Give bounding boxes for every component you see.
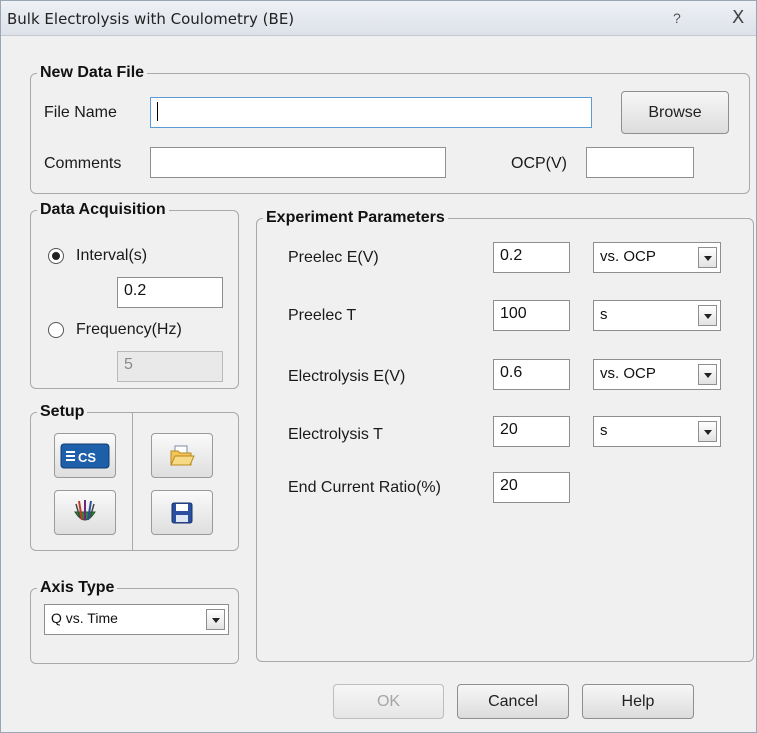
axis-type-value: Q vs. Time xyxy=(51,610,118,626)
preelec-t-unit-select[interactable]: s xyxy=(593,300,721,331)
cs-device-icon: CS xyxy=(60,443,110,468)
window-title: Bulk Electrolysis with Coulometry (BE) xyxy=(7,10,295,28)
save-disk-icon xyxy=(171,502,193,523)
open-folder-icon xyxy=(170,445,195,465)
chevron-down-icon[interactable] xyxy=(698,247,717,268)
data-acquisition-legend: Data Acquisition xyxy=(40,201,166,218)
electrolysis-e-label: Electrolysis E(V) xyxy=(288,368,406,385)
file-name-input[interactable] xyxy=(150,97,592,128)
preelec-e-input[interactable]: 0.2 xyxy=(493,242,570,273)
interval-radio[interactable] xyxy=(48,248,64,264)
axis-type-select[interactable]: Q vs. Time xyxy=(44,604,229,635)
comments-input[interactable] xyxy=(150,147,446,178)
chevron-down-icon[interactable] xyxy=(698,364,717,385)
help-icon[interactable]: ? xyxy=(673,10,681,26)
electrode-icon xyxy=(74,499,96,520)
help-button[interactable]: Help xyxy=(582,684,694,719)
interval-label[interactable]: Interval(s) xyxy=(76,247,147,265)
browse-button[interactable]: Browse xyxy=(621,91,729,134)
axis-type-legend: Axis Type xyxy=(40,579,115,596)
electrode-setup-button[interactable] xyxy=(54,490,116,535)
preelec-t-label: Preelec T xyxy=(288,307,357,324)
electrolysis-e-reference-select[interactable]: vs. OCP xyxy=(593,359,721,390)
svg-text:CS: CS xyxy=(78,450,96,465)
chevron-down-icon[interactable] xyxy=(698,421,717,442)
title-bar[interactable]: Bulk Electrolysis with Coulometry (BE) ?… xyxy=(1,1,756,36)
end-current-ratio-input[interactable]: 20 xyxy=(493,472,570,503)
chevron-down-icon[interactable] xyxy=(698,305,717,326)
end-current-ratio-label: End Current Ratio(%) xyxy=(288,479,441,496)
file-name-label: File Name xyxy=(44,104,117,121)
frequency-input: 5 xyxy=(117,351,223,382)
save-button[interactable] xyxy=(151,490,213,535)
bulk-electrolysis-dialog: Bulk Electrolysis with Coulometry (BE) ?… xyxy=(0,0,757,733)
close-icon[interactable]: X xyxy=(732,7,744,28)
ok-button: OK xyxy=(333,684,444,719)
preelec-e-label: Preelec E(V) xyxy=(288,249,379,266)
open-file-button[interactable] xyxy=(151,433,213,478)
cs-device-button[interactable]: CS xyxy=(54,433,116,478)
setup-divider xyxy=(132,413,133,550)
comments-label: Comments xyxy=(44,155,122,172)
cancel-button[interactable]: Cancel xyxy=(457,684,569,719)
electrolysis-e-input[interactable]: 0.6 xyxy=(493,359,570,390)
chevron-down-icon[interactable] xyxy=(206,609,225,630)
electrolysis-t-unit-select[interactable]: s xyxy=(593,416,721,447)
preelec-e-reference-select[interactable]: vs. OCP xyxy=(593,242,721,273)
electrolysis-t-label: Electrolysis T xyxy=(288,426,383,443)
ocp-input[interactable] xyxy=(586,147,694,178)
frequency-label[interactable]: Frequency(Hz) xyxy=(76,321,182,339)
new-data-file-legend: New Data File xyxy=(40,64,145,81)
text-caret xyxy=(157,102,158,121)
frequency-radio[interactable] xyxy=(48,322,64,338)
experiment-parameters-legend: Experiment Parameters xyxy=(266,209,445,226)
preelec-t-input[interactable]: 100 xyxy=(493,300,570,331)
electrolysis-t-input[interactable]: 20 xyxy=(493,416,570,447)
setup-legend: Setup xyxy=(40,403,85,420)
ocp-label: OCP(V) xyxy=(511,155,567,172)
interval-input[interactable]: 0.2 xyxy=(117,277,223,308)
